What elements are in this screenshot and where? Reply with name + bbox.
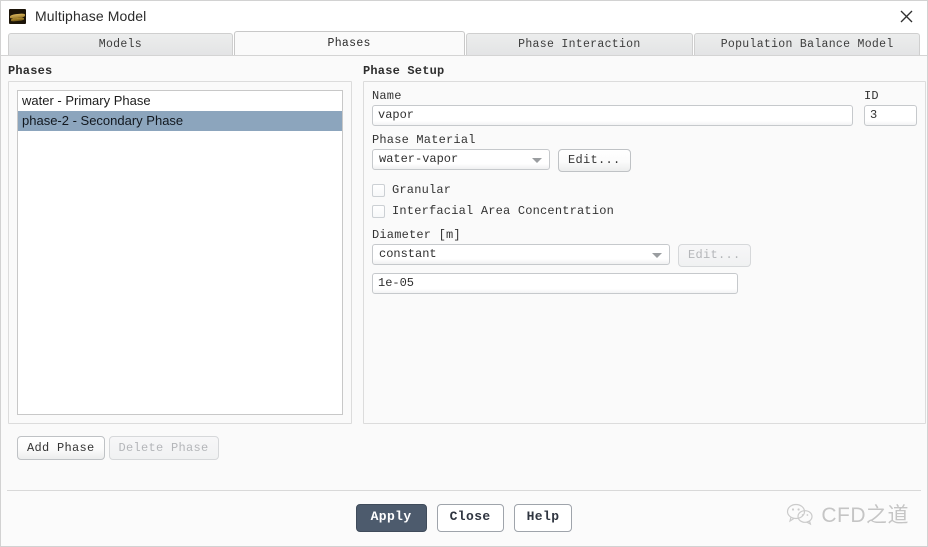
diameter-value-input[interactable]: 1e-05 xyxy=(372,273,738,294)
granular-label[interactable]: Granular xyxy=(392,183,451,197)
phases-group: Phases water - Primary Phase phase-2 - S… xyxy=(8,64,352,427)
help-button[interactable]: Help xyxy=(513,504,573,532)
phase-setup-group-body: Name vapor ID 3 Phase Material water-vap… xyxy=(363,81,926,424)
interfacial-area-concentration-label[interactable]: Interfacial Area Concentration xyxy=(392,204,614,218)
window-title: Multiphase Model xyxy=(35,8,147,24)
phases-group-body: water - Primary Phase phase-2 - Secondar… xyxy=(8,81,352,424)
phase-setup-group: Phase Setup Name vapor ID 3 Phase Materi… xyxy=(363,64,926,427)
dialog-footer: Apply Close Help CFD之道 xyxy=(7,490,921,546)
diameter-method-row: constant Edit... xyxy=(372,244,917,267)
tab-content-phases: Phases water - Primary Phase phase-2 - S… xyxy=(1,55,927,490)
id-input[interactable]: 3 xyxy=(864,105,917,126)
diameter-method-value: constant xyxy=(379,247,437,261)
close-icon[interactable] xyxy=(891,4,921,28)
tab-bar: Models Phases Phase Interaction Populati… xyxy=(1,31,927,55)
tab-population-balance-model[interactable]: Population Balance Model xyxy=(694,33,920,55)
list-item[interactable]: phase-2 - Secondary Phase xyxy=(18,111,342,131)
interfacial-area-concentration-checkbox[interactable] xyxy=(372,204,385,218)
granular-row: Granular xyxy=(372,181,917,199)
footer-buttons: Apply Close Help xyxy=(7,504,921,532)
phases-list[interactable]: water - Primary Phase phase-2 - Secondar… xyxy=(17,90,343,415)
phase-action-buttons: Add Phase Delete Phase xyxy=(17,436,920,460)
tab-models[interactable]: Models xyxy=(8,33,233,55)
name-input[interactable]: vapor xyxy=(372,105,853,126)
close-button[interactable]: Close xyxy=(436,504,504,532)
phase-material-label: Phase Material xyxy=(372,133,476,147)
phase-material-row: water-vapor Edit... xyxy=(372,149,917,172)
watermark: CFD之道 xyxy=(786,499,909,529)
apply-button[interactable]: Apply xyxy=(355,504,427,532)
granular-checkbox[interactable] xyxy=(372,183,385,197)
diameter-method-select[interactable]: constant xyxy=(372,244,670,265)
diameter-label: Diameter [m] xyxy=(372,228,461,242)
tab-phase-interaction[interactable]: Phase Interaction xyxy=(465,33,694,55)
layers-icon xyxy=(9,8,26,24)
edit-diameter-button: Edit... xyxy=(678,244,751,267)
phase-material-select[interactable]: water-vapor xyxy=(372,149,550,170)
phase-setup-group-title: Phase Setup xyxy=(363,64,445,78)
tab-phases[interactable]: Phases xyxy=(233,31,465,55)
chevron-down-icon xyxy=(532,158,542,163)
name-label: Name xyxy=(372,89,402,103)
watermark-text: CFD之道 xyxy=(821,504,909,527)
edit-material-button[interactable]: Edit... xyxy=(558,149,631,172)
list-item[interactable]: water - Primary Phase xyxy=(18,91,342,111)
phase-material-value: water-vapor xyxy=(379,152,459,166)
id-label: ID xyxy=(864,89,879,103)
name-id-row: Name vapor ID 3 xyxy=(372,89,917,126)
add-phase-button[interactable]: Add Phase xyxy=(17,436,105,460)
delete-phase-button: Delete Phase xyxy=(108,436,219,460)
interfacial-area-concentration-row: Interfacial Area Concentration xyxy=(372,202,917,220)
chevron-down-icon xyxy=(652,253,662,258)
multiphase-model-dialog: Multiphase Model Models Phases Phase Int… xyxy=(0,0,928,547)
wechat-icon xyxy=(786,502,814,526)
phases-group-title: Phases xyxy=(8,64,53,78)
title-bar: Multiphase Model xyxy=(1,1,927,31)
